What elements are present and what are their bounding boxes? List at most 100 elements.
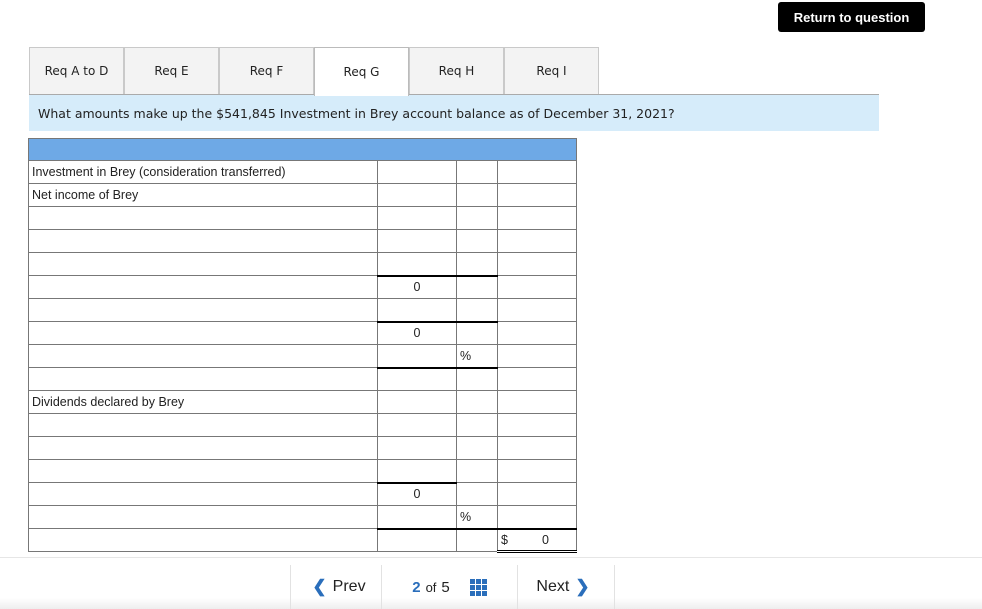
row-label-cell[interactable]	[28, 482, 378, 506]
worksheet-row: %	[28, 505, 577, 529]
percent-cell[interactable]	[456, 459, 498, 483]
percent-cell[interactable]	[456, 160, 498, 184]
worksheet-row: 0	[28, 274, 577, 299]
row-label-cell[interactable]: Dividends declared by Brey	[28, 390, 378, 414]
amount-cell[interactable]	[377, 527, 457, 552]
amount-cell[interactable]	[377, 252, 457, 276]
next-button[interactable]: Next ❯	[518, 577, 614, 597]
total-cell[interactable]	[497, 298, 577, 322]
amount-cell[interactable]	[377, 413, 457, 437]
row-label-cell[interactable]	[28, 206, 378, 230]
total-cell[interactable]	[497, 505, 577, 529]
prev-label: Prev	[332, 578, 366, 595]
next-label: Next	[536, 578, 570, 595]
row-label-cell[interactable]	[28, 413, 378, 437]
chevron-right-icon: ❯	[575, 577, 590, 596]
percent-cell[interactable]	[456, 183, 498, 207]
investment-worksheet: Investment in Brey (consideration transf…	[28, 138, 577, 553]
nav-separator	[614, 565, 615, 609]
total-cell[interactable]: $0	[497, 527, 577, 553]
total-cell[interactable]	[497, 413, 577, 437]
row-label-cell[interactable]	[28, 252, 378, 276]
total-cell[interactable]	[497, 390, 577, 414]
total-cell[interactable]	[497, 482, 577, 506]
grid-icon[interactable]	[469, 578, 487, 596]
total-cell[interactable]	[497, 206, 577, 230]
tab-req-i[interactable]: Req I	[504, 47, 599, 94]
percent-cell[interactable]: %	[456, 505, 498, 529]
amount-cell[interactable]	[377, 505, 457, 529]
percent-cell[interactable]	[456, 229, 498, 253]
row-label-cell[interactable]	[28, 321, 378, 345]
worksheet-header-row	[28, 138, 577, 161]
worksheet-row	[28, 252, 577, 276]
total-cell[interactable]	[497, 459, 577, 483]
current-page: 2	[412, 578, 421, 596]
total-cell[interactable]	[497, 321, 577, 345]
total-cell[interactable]	[497, 367, 577, 391]
percent-cell[interactable]	[456, 413, 498, 437]
amount-cell[interactable]	[377, 390, 457, 414]
total-cell[interactable]	[497, 436, 577, 460]
row-label-cell[interactable]	[28, 436, 378, 460]
total-value: 0	[542, 532, 549, 547]
tab-req-h[interactable]: Req H	[409, 47, 504, 94]
row-label-cell[interactable]: Net income of Brey	[28, 183, 378, 207]
amount-cell[interactable]	[377, 298, 457, 322]
percent-cell[interactable]	[456, 527, 498, 552]
tab-req-f[interactable]: Req F	[219, 47, 314, 94]
worksheet-row	[28, 206, 577, 230]
amount-cell[interactable]: 0	[377, 274, 457, 299]
total-cell[interactable]	[497, 252, 577, 276]
row-label-cell[interactable]	[28, 528, 378, 552]
percent-cell[interactable]	[456, 298, 498, 322]
total-cell[interactable]	[497, 344, 577, 368]
row-label-cell[interactable]: Investment in Brey (consideration transf…	[28, 160, 378, 184]
percent-cell[interactable]	[456, 482, 498, 506]
prev-button[interactable]: ❮ Prev	[291, 577, 381, 597]
percent-cell[interactable]	[456, 252, 498, 276]
row-label-cell[interactable]	[28, 505, 378, 529]
amount-cell[interactable]	[377, 183, 457, 207]
row-label-cell[interactable]	[28, 298, 378, 322]
return-to-question-button[interactable]: Return to question	[778, 2, 925, 32]
amount-cell[interactable]: 0	[377, 481, 457, 506]
currency-symbol: $	[501, 532, 508, 547]
amount-cell[interactable]	[377, 229, 457, 253]
percent-cell[interactable]	[456, 366, 498, 391]
amount-cell[interactable]	[377, 436, 457, 460]
amount-cell[interactable]	[377, 160, 457, 184]
amount-cell[interactable]	[377, 366, 457, 391]
tab-req-a-to-d[interactable]: Req A to D	[29, 47, 124, 94]
tab-req-g[interactable]: Req G	[314, 47, 409, 96]
percent-cell[interactable]	[456, 390, 498, 414]
worksheet-row	[28, 366, 577, 391]
total-cell[interactable]	[497, 160, 577, 184]
worksheet-row	[28, 459, 577, 483]
percent-cell[interactable]	[456, 274, 498, 299]
tab-req-e[interactable]: Req E	[124, 47, 219, 94]
row-label-cell[interactable]	[28, 275, 378, 299]
percent-cell[interactable]	[456, 436, 498, 460]
percent-cell[interactable]	[456, 320, 498, 345]
amount-cell[interactable]	[377, 459, 457, 483]
total-cell[interactable]	[497, 229, 577, 253]
percent-cell[interactable]: %	[456, 344, 498, 368]
total-cell[interactable]	[497, 183, 577, 207]
amount-cell[interactable]	[377, 206, 457, 230]
amount-cell[interactable]: 0	[377, 320, 457, 345]
of-label: of	[425, 579, 437, 595]
footer-divider	[0, 557, 982, 558]
worksheet-row	[28, 413, 577, 437]
worksheet-row: Investment in Brey (consideration transf…	[28, 160, 577, 184]
row-label-cell[interactable]	[28, 367, 378, 391]
worksheet-row	[28, 298, 577, 322]
worksheet-row: 0	[28, 481, 577, 506]
percent-cell[interactable]	[456, 206, 498, 230]
row-label-cell[interactable]	[28, 229, 378, 253]
total-cell[interactable]	[497, 275, 577, 299]
amount-cell[interactable]	[377, 344, 457, 368]
row-label-cell[interactable]	[28, 459, 378, 483]
requirement-tabs: Req A to D Req E Req F Req G Req H Req I	[29, 47, 599, 96]
row-label-cell[interactable]	[28, 344, 378, 368]
